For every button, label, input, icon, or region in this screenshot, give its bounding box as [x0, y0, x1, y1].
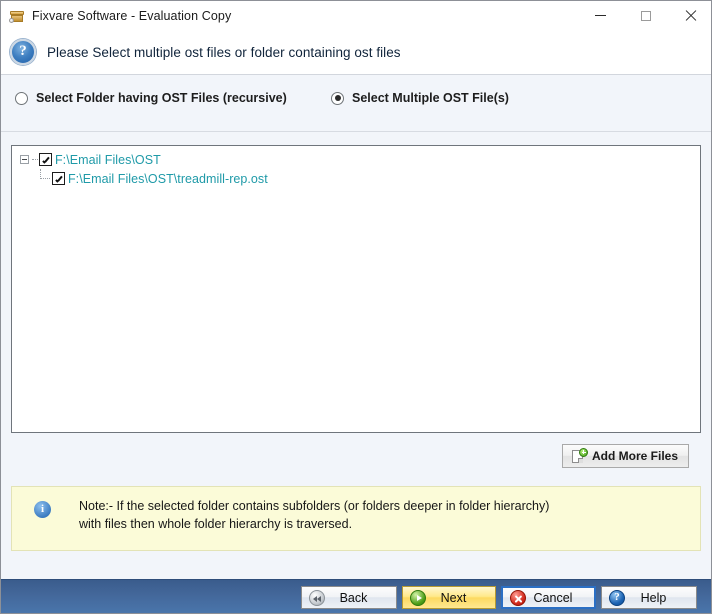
page-add-icon	[572, 449, 586, 464]
radio-select-folder[interactable]: Select Folder having OST Files (recursiv…	[15, 91, 287, 105]
application-window: Fixvare Software - Evaluation Copy ? Ple…	[0, 0, 712, 614]
title-bar: Fixvare Software - Evaluation Copy	[1, 1, 712, 30]
radio-select-files-label: Select Multiple OST File(s)	[352, 91, 509, 105]
maximize-icon	[641, 11, 651, 21]
instruction-header: ? Please Select multiple ost files or fo…	[1, 30, 711, 75]
minimize-icon	[595, 15, 606, 16]
close-button[interactable]	[668, 1, 712, 30]
question-mark-icon: ?	[609, 590, 625, 606]
cancel-button-label: Cancel	[526, 591, 580, 605]
tree-row[interactable]: F:\Email Files\OST\treadmill-rep.ost	[12, 169, 700, 188]
cancel-x-icon	[510, 590, 526, 606]
next-button[interactable]: Next	[402, 586, 496, 609]
info-icon: i	[34, 501, 51, 518]
collapse-toggle-icon[interactable]	[20, 155, 29, 164]
maximize-button[interactable]	[623, 1, 668, 30]
close-icon	[685, 10, 697, 22]
tree-item-checkbox[interactable]	[52, 172, 65, 185]
archive-box-icon	[9, 8, 25, 24]
tree-connector	[40, 169, 51, 188]
question-mark-icon: ?	[10, 39, 36, 65]
note-line-1: Note:- If the selected folder contains s…	[79, 497, 679, 515]
note-line-2: with files then whole folder hierarchy i…	[79, 515, 679, 533]
add-more-files-button[interactable]: Add More Files	[562, 444, 689, 468]
footer-bar: Back Next Cancel ? Help	[1, 579, 711, 614]
radio-select-files[interactable]: Select Multiple OST File(s)	[331, 91, 509, 105]
back-button-label: Back	[325, 591, 382, 605]
cancel-button[interactable]: Cancel	[501, 586, 596, 609]
window-title: Fixvare Software - Evaluation Copy	[32, 9, 231, 23]
tree-item-label: F:\Email Files\OST\treadmill-rep.ost	[68, 172, 268, 186]
note-text: Note:- If the selected folder contains s…	[79, 497, 679, 533]
tree-item-checkbox[interactable]	[39, 153, 52, 166]
selection-mode-row: Select Folder having OST Files (recursiv…	[1, 75, 711, 132]
rewind-icon	[309, 590, 325, 606]
help-button[interactable]: ? Help	[601, 586, 697, 609]
back-button[interactable]: Back	[301, 586, 397, 609]
tree-connector	[32, 159, 38, 161]
add-more-files-label: Add More Files	[592, 449, 678, 463]
instruction-text: Please Select multiple ost files or fold…	[47, 45, 401, 60]
radio-select-folder-label: Select Folder having OST Files (recursiv…	[36, 91, 287, 105]
window-controls	[578, 1, 712, 30]
radio-select-folder-mark	[15, 92, 28, 105]
play-icon	[410, 590, 426, 606]
tree-row[interactable]: F:\Email Files\OST	[12, 150, 700, 169]
next-button-label: Next	[426, 591, 481, 605]
file-tree-list[interactable]: F:\Email Files\OST F:\Email Files\OST\tr…	[11, 145, 701, 433]
minimize-button[interactable]	[578, 1, 623, 30]
help-button-label: Help	[625, 591, 682, 605]
tree-item-label: F:\Email Files\OST	[55, 153, 161, 167]
radio-select-files-mark	[331, 92, 344, 105]
